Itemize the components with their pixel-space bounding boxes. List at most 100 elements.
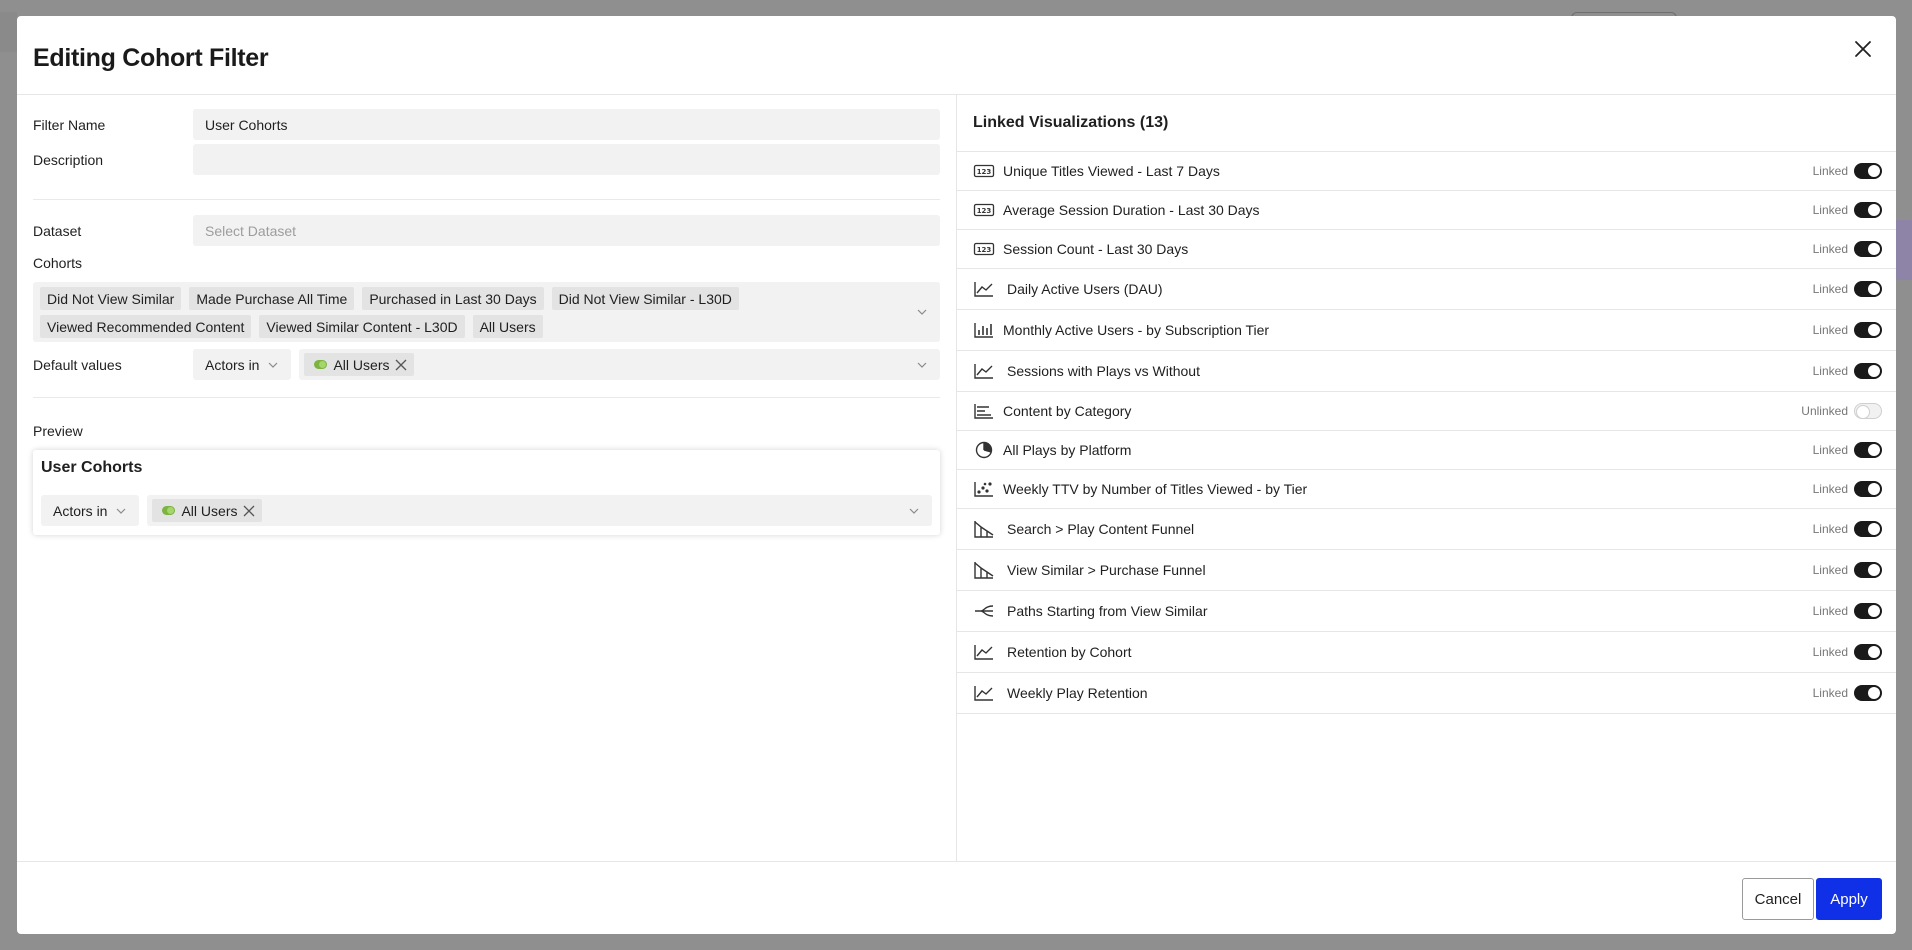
link-toggle[interactable] bbox=[1854, 202, 1882, 218]
link-status-label: Linked bbox=[1812, 604, 1848, 618]
cancel-button[interactable]: Cancel bbox=[1742, 878, 1814, 920]
link-toggle[interactable] bbox=[1854, 562, 1882, 578]
link-status-label: Unlinked bbox=[1801, 404, 1848, 418]
backdrop-left-panel bbox=[0, 12, 17, 52]
linked-visualization-row: Content by Category Unlinked bbox=[957, 392, 1896, 431]
link-status-label: Linked bbox=[1812, 364, 1848, 378]
bar-chart-icon bbox=[973, 320, 997, 340]
filter-name-row: Filter Name User Cohorts bbox=[33, 109, 940, 140]
chevron-down-icon[interactable] bbox=[916, 359, 928, 371]
close-icon[interactable] bbox=[1850, 36, 1876, 62]
cohort-chip[interactable]: All Users bbox=[472, 315, 543, 338]
cohort-chip[interactable]: Made Purchase All Time bbox=[189, 287, 355, 310]
preview-value-select[interactable]: All Users bbox=[147, 495, 932, 526]
linked-visualization-name: Retention by Cohort bbox=[1007, 644, 1132, 660]
remove-chip-icon[interactable] bbox=[395, 359, 407, 371]
cohorts-multiselect[interactable]: Did Not View Similar Made Purchase All T… bbox=[33, 282, 940, 342]
preview-value-chip[interactable]: All Users bbox=[152, 499, 263, 522]
link-toggle[interactable] bbox=[1854, 322, 1882, 338]
linked-visualization-name: Content by Category bbox=[1003, 403, 1132, 419]
preview-controls: Actors in All Users bbox=[41, 495, 932, 526]
linked-visualization-row: Monthly Active Users - by Subscription T… bbox=[957, 310, 1896, 351]
linked-visualization-row: Retention by Cohort Linked bbox=[957, 632, 1896, 673]
cohort-chip[interactable]: Purchased in Last 30 Days bbox=[362, 287, 544, 310]
number-icon: 123 bbox=[973, 239, 997, 259]
scatter-icon bbox=[973, 479, 997, 499]
apply-button[interactable]: Apply bbox=[1816, 878, 1882, 920]
cohort-filter-modal: Editing Cohort Filter Filter Name User C… bbox=[17, 16, 1896, 934]
link-status-label: Linked bbox=[1812, 563, 1848, 577]
default-value-select[interactable]: All Users bbox=[299, 349, 940, 380]
cohort-chip[interactable]: Did Not View Similar bbox=[40, 287, 182, 310]
link-toggle[interactable] bbox=[1854, 481, 1882, 497]
description-input[interactable] bbox=[193, 144, 940, 175]
cohort-chip[interactable]: Viewed Recommended Content bbox=[40, 315, 252, 338]
link-toggle[interactable] bbox=[1854, 644, 1882, 660]
preview-title: User Cohorts bbox=[41, 459, 143, 476]
link-toggle[interactable] bbox=[1854, 685, 1882, 701]
link-status-label: Linked bbox=[1812, 686, 1848, 700]
linked-visualization-name: Daily Active Users (DAU) bbox=[1007, 281, 1163, 297]
link-toggle[interactable] bbox=[1854, 403, 1882, 419]
cohort-icon bbox=[162, 506, 176, 515]
cohort-chip[interactable]: Viewed Similar Content - L30D bbox=[259, 315, 465, 338]
modal-header: Editing Cohort Filter bbox=[17, 16, 1896, 95]
line-chart-icon bbox=[973, 361, 997, 381]
linked-visualization-row: Sessions with Plays vs Without Linked bbox=[957, 351, 1896, 392]
link-toggle[interactable] bbox=[1854, 363, 1882, 379]
preview-operator-value: Actors in bbox=[53, 502, 108, 519]
cohort-chip[interactable]: Did Not View Similar - L30D bbox=[551, 287, 739, 310]
horizontal-bar-icon bbox=[973, 401, 997, 421]
cohorts-label-row: Cohorts bbox=[33, 255, 940, 271]
svg-text:123: 123 bbox=[977, 168, 992, 176]
linked-visualization-row: Paths Starting from View Similar Linked bbox=[957, 591, 1896, 632]
linked-visualization-name: Weekly TTV by Number of Titles Viewed - … bbox=[1003, 481, 1308, 497]
line-chart-icon bbox=[973, 683, 997, 703]
linked-visualization-name: Search > Play Content Funnel bbox=[1007, 521, 1195, 537]
linked-visualizations-pane: Linked Visualizations (13) 123 Unique Tit… bbox=[957, 95, 1896, 861]
linked-visualization-name: All Plays by Platform bbox=[1003, 442, 1132, 458]
remove-chip-icon[interactable] bbox=[243, 505, 255, 517]
linked-visualization-name: Sessions with Plays vs Without bbox=[1007, 363, 1200, 379]
default-value-label: All Users bbox=[333, 356, 390, 373]
link-toggle[interactable] bbox=[1854, 603, 1882, 619]
link-toggle[interactable] bbox=[1854, 281, 1882, 297]
link-status-label: Linked bbox=[1812, 645, 1848, 659]
link-status-label: Linked bbox=[1812, 443, 1848, 457]
linked-visualizations-list: 123 Unique Titles Viewed - Last 7 Days Lin… bbox=[957, 151, 1896, 714]
preview-operator-select[interactable]: Actors in bbox=[41, 495, 140, 526]
dataset-select[interactable]: Select Dataset bbox=[193, 215, 940, 246]
section-divider bbox=[33, 199, 940, 200]
link-toggle[interactable] bbox=[1854, 521, 1882, 537]
modal-title: Editing Cohort Filter bbox=[33, 44, 269, 72]
linked-visualizations-title: Linked Visualizations (13) bbox=[973, 114, 1169, 131]
chevron-down-icon bbox=[115, 505, 127, 517]
link-toggle[interactable] bbox=[1854, 241, 1882, 257]
link-status-label: Linked bbox=[1812, 164, 1848, 178]
link-status-label: Linked bbox=[1812, 323, 1848, 337]
linked-visualization-row: 123 Average Session Duration - Last 30 Da… bbox=[957, 191, 1896, 230]
chevron-down-icon bbox=[267, 359, 279, 371]
number-icon: 123 bbox=[973, 161, 997, 181]
filter-settings-pane: Filter Name User Cohorts Description Dat… bbox=[17, 95, 957, 861]
chevron-down-icon[interactable] bbox=[916, 306, 928, 318]
default-value-chip[interactable]: All Users bbox=[304, 353, 415, 376]
linked-visualization-row: All Plays by Platform Linked bbox=[957, 431, 1896, 470]
filter-name-input[interactable]: User Cohorts bbox=[193, 109, 940, 140]
preview-label: Preview bbox=[33, 423, 83, 439]
linked-visualization-name: Session Count - Last 30 Days bbox=[1003, 241, 1189, 257]
paths-icon bbox=[973, 601, 997, 621]
link-toggle[interactable] bbox=[1854, 442, 1882, 458]
linked-visualization-name: Average Session Duration - Last 30 Days bbox=[1003, 202, 1260, 218]
chevron-down-icon[interactable] bbox=[908, 505, 920, 517]
link-toggle[interactable] bbox=[1854, 163, 1882, 179]
linked-visualization-row: Weekly Play Retention Linked bbox=[957, 673, 1896, 714]
funnel-icon bbox=[973, 560, 997, 580]
preview-label-row: Preview bbox=[33, 423, 940, 439]
operator-select[interactable]: Actors in bbox=[193, 349, 292, 380]
funnel-icon bbox=[973, 519, 997, 539]
operator-value: Actors in bbox=[205, 356, 260, 373]
linked-visualization-row: Daily Active Users (DAU) Linked bbox=[957, 269, 1896, 310]
link-status-label: Linked bbox=[1812, 282, 1848, 296]
linked-visualization-row: Search > Play Content Funnel Linked bbox=[957, 509, 1896, 550]
